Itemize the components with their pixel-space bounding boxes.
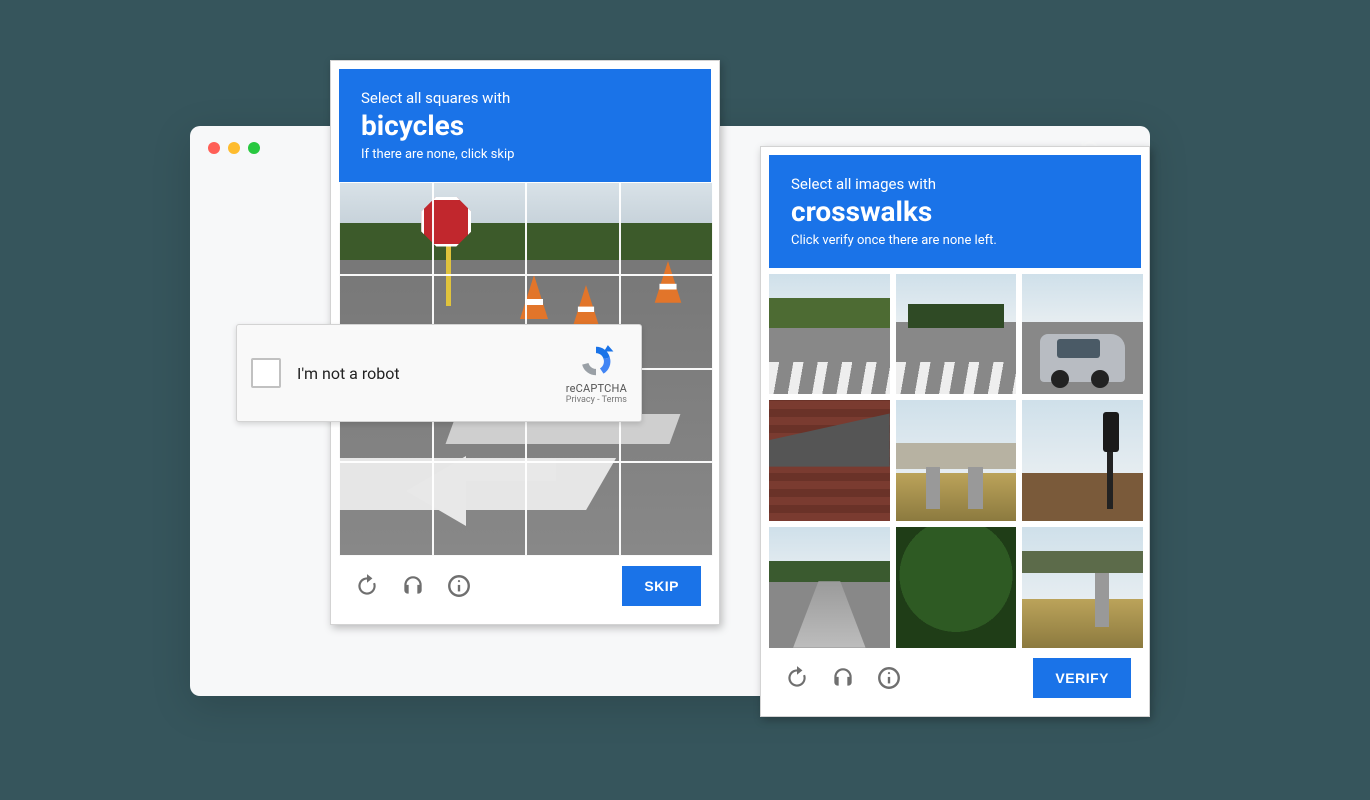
recaptcha-label: I'm not a robot [297, 364, 566, 383]
headphones-icon[interactable] [395, 568, 431, 604]
recaptcha-checkbox-widget: I'm not a robot reCAPTCHA Privacy - Term… [236, 324, 642, 422]
captcha-tile[interactable] [896, 274, 1017, 395]
window-maximize-icon[interactable] [248, 142, 260, 154]
captcha-challenge-crosswalks: Select all images with crosswalks Click … [760, 146, 1150, 717]
info-icon[interactable] [441, 568, 477, 604]
grid-cell[interactable] [526, 462, 620, 556]
captcha-tile[interactable] [1022, 274, 1143, 395]
captcha-target-word: bicycles [361, 109, 689, 143]
recaptcha-badge-links: Privacy - Terms [566, 395, 627, 405]
grid-cell[interactable] [433, 182, 527, 276]
info-icon[interactable] [871, 660, 907, 696]
captcha-header: Select all images with crosswalks Click … [769, 155, 1141, 268]
grid-cell[interactable] [526, 182, 620, 276]
captcha-footer: VERIFY [769, 648, 1141, 708]
captcha-tile[interactable] [896, 400, 1017, 521]
headphones-icon[interactable] [825, 660, 861, 696]
captcha-header: Select all squares with bicycles If ther… [339, 69, 711, 182]
reload-icon[interactable] [349, 568, 385, 604]
captcha-target-word: crosswalks [791, 195, 1119, 229]
captcha-instruction-line3: Click verify once there are none left. [791, 233, 1119, 248]
verify-button[interactable]: VERIFY [1033, 658, 1131, 698]
grid-cell[interactable] [339, 182, 433, 276]
privacy-link[interactable]: Privacy [566, 395, 595, 405]
captcha-instruction-line1: Select all squares with [361, 89, 689, 107]
grid-cell[interactable] [433, 462, 527, 556]
captcha-tile[interactable] [769, 274, 890, 395]
recaptcha-checkbox[interactable] [251, 358, 281, 388]
captcha-footer: SKIP [339, 556, 711, 616]
captcha-tile[interactable] [769, 527, 890, 648]
grid-cell[interactable] [620, 462, 714, 556]
recaptcha-badge: reCAPTCHA Privacy - Terms [566, 342, 627, 405]
captcha-tile[interactable] [1022, 527, 1143, 648]
reload-icon[interactable] [779, 660, 815, 696]
recaptcha-badge-name: reCAPTCHA [566, 382, 627, 395]
grid-cell[interactable] [620, 182, 714, 276]
captcha-instruction-line3: If there are none, click skip [361, 147, 689, 162]
terms-link[interactable]: Terms [602, 395, 627, 405]
captcha-tile[interactable] [1022, 400, 1143, 521]
captcha-instruction-line1: Select all images with [791, 175, 1119, 193]
captcha-tile[interactable] [769, 400, 890, 521]
captcha-tile[interactable] [896, 527, 1017, 648]
grid-cell[interactable] [339, 462, 433, 556]
captcha-image-grid-3x3 [769, 268, 1143, 648]
recaptcha-logo-icon [577, 342, 615, 380]
skip-button[interactable]: SKIP [622, 566, 701, 606]
window-close-icon[interactable] [208, 142, 220, 154]
window-minimize-icon[interactable] [228, 142, 240, 154]
